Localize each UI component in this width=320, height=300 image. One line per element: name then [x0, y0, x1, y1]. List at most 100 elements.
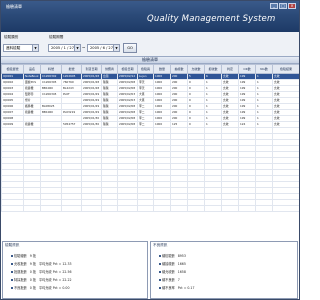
summary-extra: 平均允收 Pct = 12.33 — [38, 262, 72, 266]
date-to-picker[interactable]: 2005 / 6 / 27 ▼ — [87, 44, 120, 52]
empty-cell — [238, 205, 256, 212]
empty-cell — [61, 205, 82, 212]
type-select-value: 進料檢驗 — [6, 46, 21, 50]
defect-summary-panel: 不良資訊 總檢驗數 8953 總抽樣數 1665 總允收數 1658 總不良數 7 總不… — [150, 241, 298, 299]
inspection-grid[interactable]: 檢驗單號 品名 料號 批號 到貨日期 供應商 檢驗日期 檢驗員 數量 抽樣數 允… — [1, 64, 299, 240]
column-header[interactable]: 允收數 — [187, 64, 205, 74]
empty-cell — [1, 205, 24, 212]
bullet-icon — [159, 255, 161, 257]
inspection-summary-panel: 檢驗資訊 檢驗總數 9 批 允收批數 9 批平均允收 Pct = 12.33 批退批… — [2, 241, 148, 299]
date-label: 檢驗期間 — [49, 35, 64, 39]
summary-value: 0 批 — [29, 286, 36, 290]
table-cell: 2005/01/30 — [81, 121, 102, 128]
bullet-icon — [11, 287, 13, 289]
calendar-dropdown-icon[interactable]: ▼ — [113, 45, 119, 51]
table-cell: 2005/02/08 — [117, 85, 138, 92]
defect-item: 總不良率 Pct = 0.17 — [159, 285, 194, 290]
bullet-icon — [11, 255, 13, 257]
date-range-separator: ~ — [82, 45, 86, 50]
bullet-icon — [11, 271, 13, 273]
brand-title: Quality Management System — [147, 14, 276, 24]
column-header[interactable]: 檢驗員 — [137, 64, 154, 74]
summary-item: 批退批數 0 批平均允收 Pct = 22.56 — [11, 269, 72, 274]
empty-cell — [81, 205, 102, 212]
summary-extra: 平均允收 Pct = 0.00 — [38, 286, 70, 290]
defect-value: 8953 — [177, 254, 186, 258]
column-header[interactable]: 檢驗單號 — [1, 64, 24, 74]
go-button[interactable]: GO — [123, 43, 137, 53]
defect-item: 總檢驗數 8953 — [159, 253, 186, 258]
defect-item: 總允收數 1658 — [159, 269, 186, 274]
empty-cell — [117, 205, 138, 212]
table-cell: 2005/02/08 — [117, 103, 138, 110]
summary-value: 0 批 — [29, 278, 36, 282]
app-window: 檢驗清單 Quality Management System _ □ × 檢驗類… — [0, 0, 300, 300]
date-from-value: 2005 / 1 / 27 — [51, 46, 74, 50]
empty-cell — [137, 205, 154, 212]
column-header[interactable]: 料號 — [40, 64, 62, 74]
type-select[interactable]: 進料檢驗 ▼ — [3, 44, 39, 52]
summary-label: 特採批數 — [14, 278, 27, 282]
summary-label: 批退批數 — [14, 270, 27, 274]
empty-cell — [204, 205, 222, 212]
empty-cell — [170, 205, 188, 212]
table-cell: 2005/02/03 — [117, 97, 138, 104]
maximize-button[interactable]: □ — [279, 3, 287, 9]
defect-label: 總不良數 — [162, 278, 175, 282]
column-header[interactable]: 拒收數 — [204, 64, 222, 74]
bullet-icon — [11, 263, 13, 265]
column-header[interactable]: 數量 — [153, 64, 171, 74]
empty-row — [1, 205, 299, 212]
column-header[interactable]: 供應商 — [101, 64, 118, 74]
table-cell: 2005/02/08 — [117, 121, 138, 128]
summary-item: 允收批數 9 批平均允收 Pct = 12.33 — [11, 261, 72, 266]
table-body: IQ0001 NoteBook C1206302 1202605 2005/01/28 台… — [1, 73, 299, 212]
summary-value: 0 批 — [29, 270, 36, 274]
empty-cell — [101, 205, 118, 212]
table-cell: 2005/01/28 — [81, 79, 102, 86]
column-header[interactable]: 抽樣數 — [170, 64, 188, 74]
column-header[interactable]: OK數 — [238, 64, 256, 74]
column-header[interactable]: 檢驗結果 — [272, 64, 299, 74]
summary-label: 允收批數 — [14, 262, 27, 266]
panel-title: 檢驗資訊 — [5, 243, 20, 247]
column-header[interactable]: 品名 — [23, 64, 41, 74]
title-bar[interactable]: 檢驗清單 Quality Management System _ □ × — [1, 1, 299, 32]
table-cell: 2005/01/29 — [81, 91, 102, 98]
date-from-picker[interactable]: 2005 / 1 / 27 ▼ — [48, 44, 81, 52]
date-to-value: 2005 / 6 / 27 — [90, 46, 113, 50]
table-cell: 2005/01/29 — [81, 103, 102, 110]
defect-label: 總檢驗數 — [162, 254, 175, 258]
column-header[interactable]: 判定 — [221, 64, 239, 74]
column-header[interactable]: NG數 — [255, 64, 273, 74]
summary-value: 9 批 — [29, 254, 36, 258]
column-header[interactable]: 到貨日期 — [81, 64, 102, 74]
column-header[interactable]: 批號 — [61, 64, 82, 74]
window-title: 檢驗清單 — [6, 4, 22, 9]
summary-item: 不良批數 0 批平均允收 Pct = 0.00 — [11, 285, 69, 290]
empty-cell — [221, 205, 239, 212]
column-header[interactable]: 檢驗日期 — [117, 64, 138, 74]
bullet-icon — [159, 271, 161, 273]
close-button[interactable]: × — [288, 3, 296, 9]
bullet-icon — [159, 287, 161, 289]
bullet-icon — [159, 263, 161, 265]
calendar-dropdown-icon[interactable]: ▼ — [74, 45, 80, 51]
defect-item: 總抽樣數 1665 — [159, 261, 186, 266]
panel-title: 不良資訊 — [153, 243, 168, 247]
summary-extra: 平均允收 Pct = 22.22 — [38, 278, 72, 282]
table-cell: 2005/02/08 — [117, 115, 138, 122]
defect-item: 總不良數 7 — [159, 277, 180, 282]
chevron-down-icon[interactable]: ▼ — [32, 45, 38, 51]
summary-value: 9 批 — [29, 262, 36, 266]
bullet-icon — [11, 279, 13, 281]
inspection-table: 檢驗單號 品名 料號 批號 到貨日期 供應商 檢驗日期 檢驗員 數量 抽樣數 允… — [1, 64, 299, 212]
empty-cell — [40, 205, 62, 212]
table-cell: 2005/02/08 — [117, 79, 138, 86]
minimize-button[interactable]: _ — [270, 3, 278, 9]
summary-label: 不良批數 — [14, 286, 27, 290]
table-cell: 2005/01/28 — [81, 73, 102, 80]
defect-value: Pct = 0.17 — [177, 286, 195, 290]
table-cell: 2005/01/29 — [81, 109, 102, 116]
summary-item: 特採批數 0 批平均允收 Pct = 22.22 — [11, 277, 72, 282]
